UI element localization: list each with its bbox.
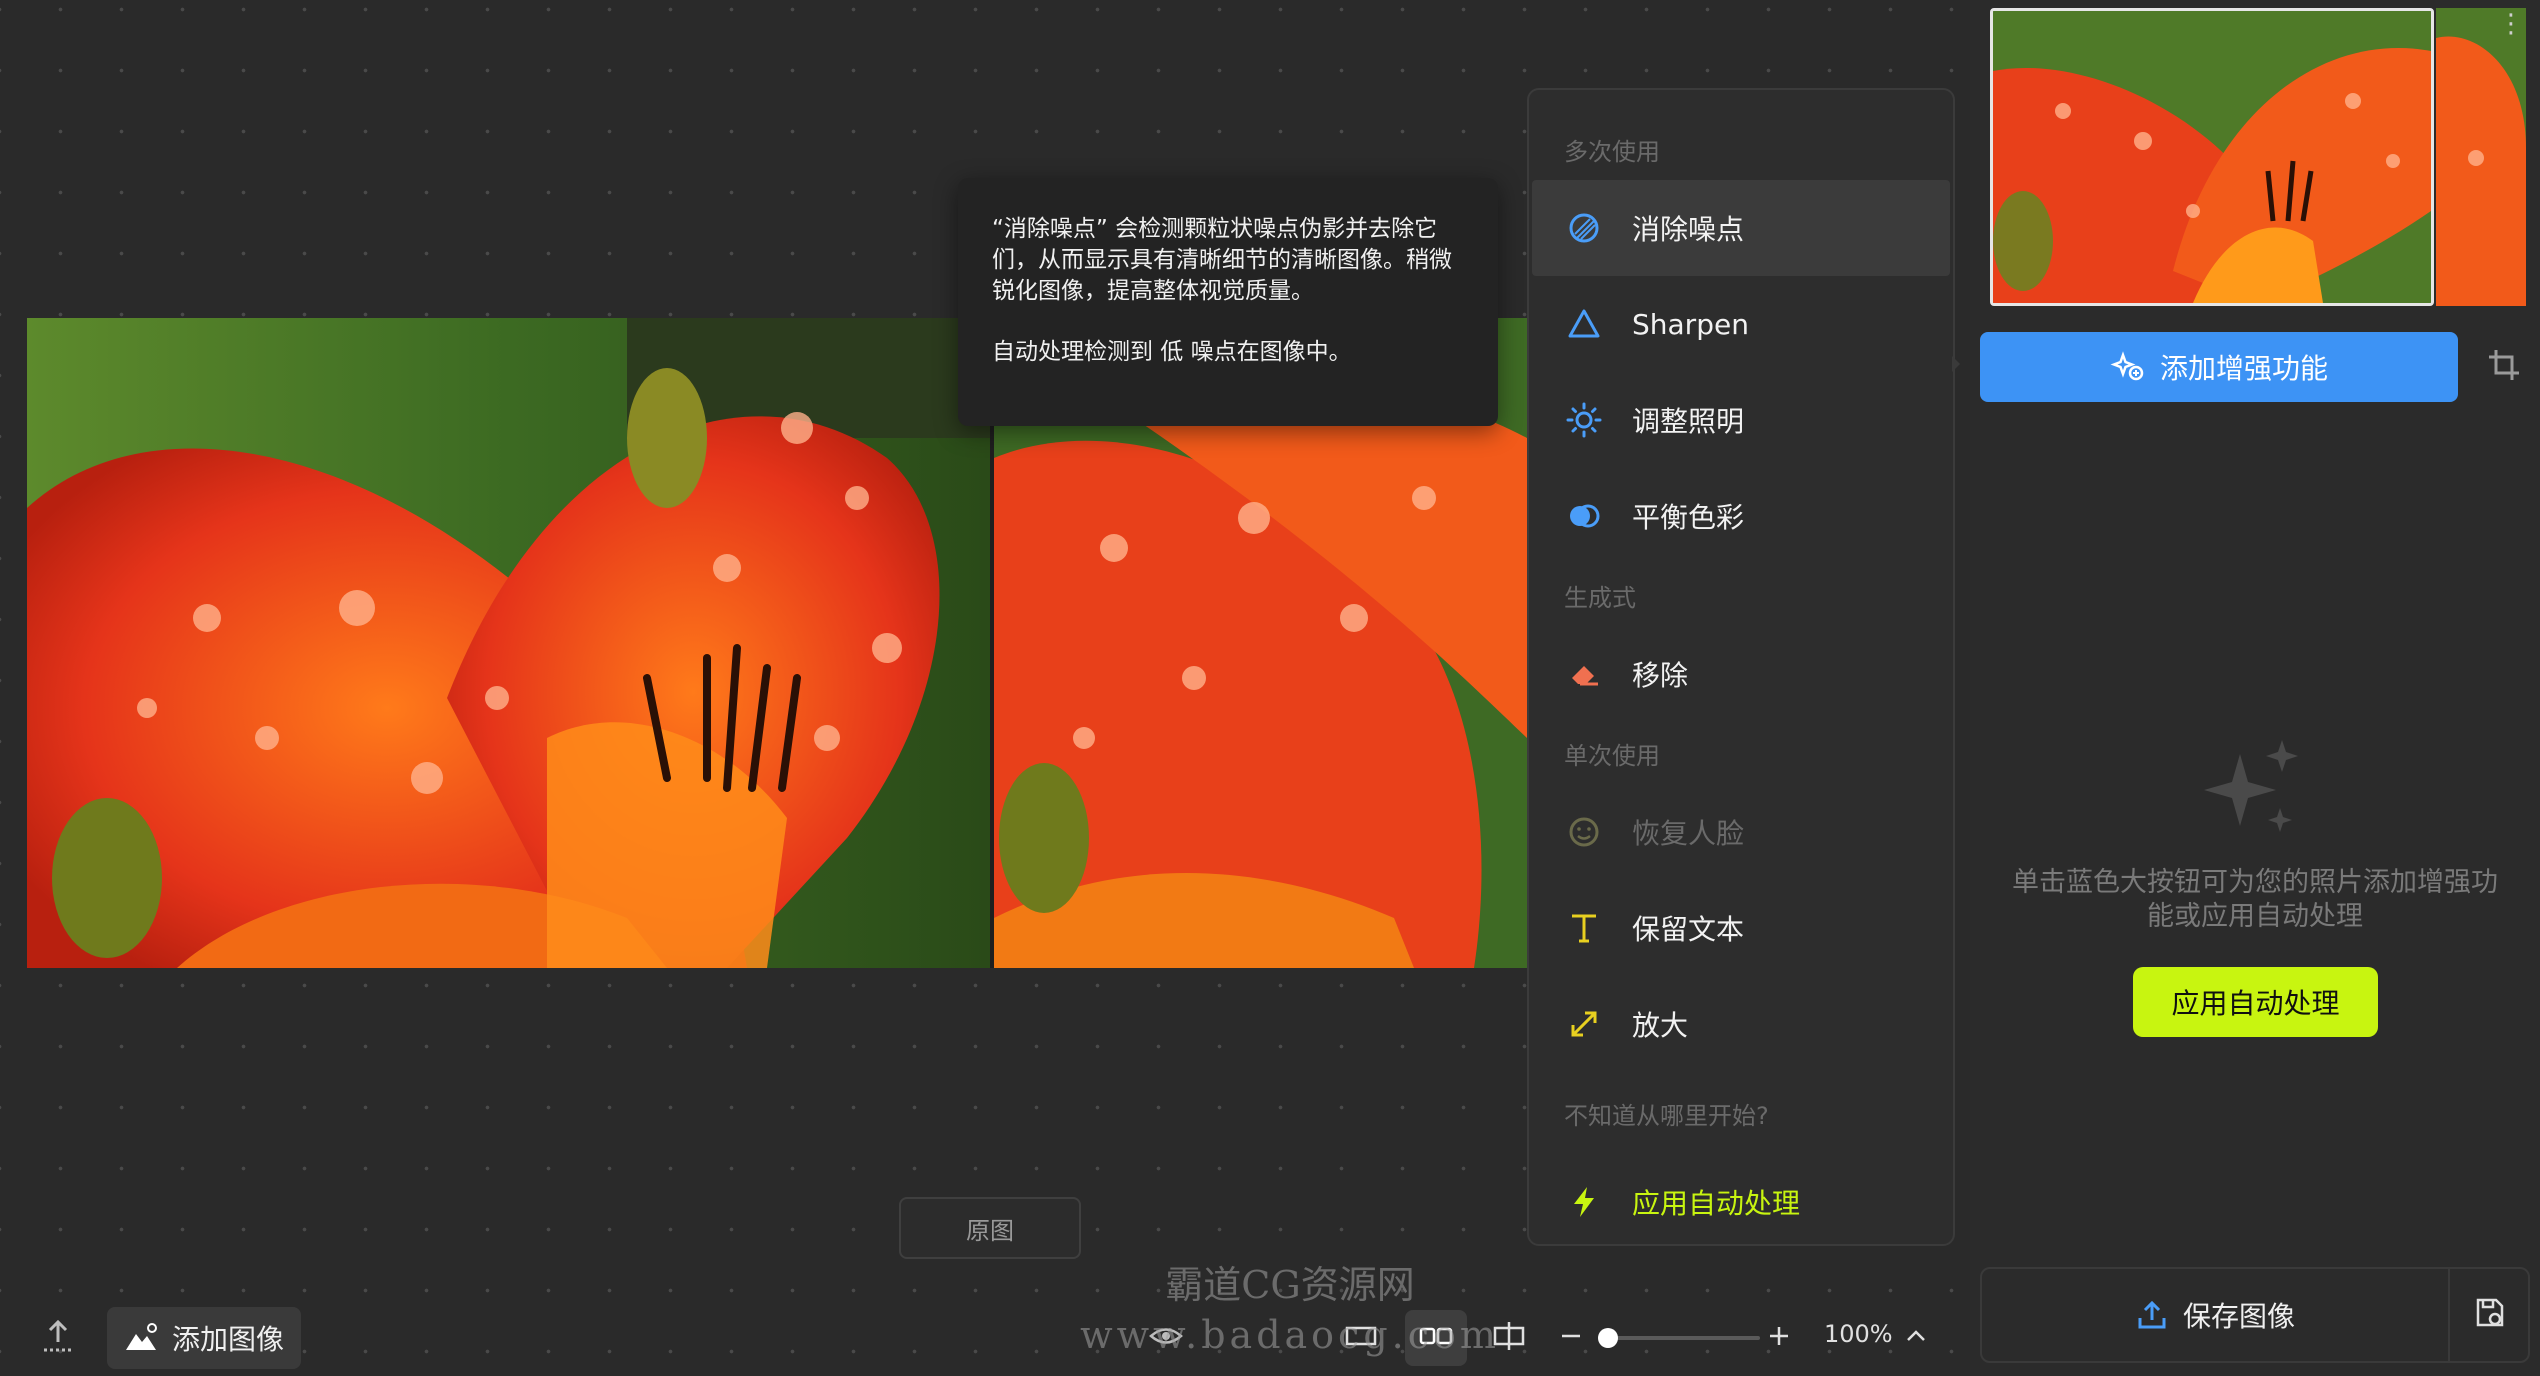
menu-item-auto-process[interactable]: 应用自动处理 [1532,1154,1950,1250]
menu-item-label: 消除噪点 [1632,213,1745,246]
save-bar: 保存图像 [1980,1267,2530,1363]
triangle-icon [1566,306,1602,342]
section-multi-use: 多次使用 [1564,137,1660,166]
sun-icon [1566,402,1602,438]
tooltip-detection: 自动处理检测到 低 噪点在图像中。 [992,339,1352,365]
denoise-tooltip: “消除噪点” 会检测颗粒状噪点伪影并去除它们，从而显示具有清晰细节的清晰图像。稍… [958,178,1498,426]
more-options-icon[interactable]: ⋮ [2498,11,2524,58]
tooltip-description: “消除噪点” 会检测颗粒状噪点伪影并去除它们，从而显示具有清晰细节的清晰图像。稍… [992,216,1452,304]
menu-item-sharpen[interactable]: Sharpen [1532,276,1950,372]
zoom-in-button[interactable] [1756,1310,1802,1366]
menu-item-face-recovery[interactable]: 恢复人脸 [1532,784,1950,880]
apply-auto-button[interactable]: 应用自动处理 [2133,967,2378,1037]
panel-hint-text: 单击蓝色大按钮可为您的照片添加增强功能或应用自动处理 [2012,867,2498,932]
add-image-label: 添加图像 [171,1323,284,1356]
crop-icon [2486,347,2522,387]
image-add-icon [124,1320,160,1356]
save-settings-icon [2473,1296,2507,1334]
menu-item-remove[interactable]: 移除 [1532,626,1950,722]
menu-item-label: 应用自动处理 [1632,1187,1801,1220]
menu-item-denoise[interactable]: 消除噪点 [1532,180,1950,276]
denoise-icon [1566,210,1602,246]
sparkle-icon [2200,738,2304,838]
menu-item-label: 保留文本 [1632,913,1745,946]
menu-item-upscale[interactable]: 放大 [1532,976,1950,1072]
watermark: 霸道CG资源网 www.badaocg.com [1080,1260,1500,1360]
menu-item-label: 调整照明 [1632,405,1745,438]
face-icon [1566,814,1602,850]
plus-icon [1765,1322,1793,1354]
minus-icon [1557,1322,1585,1354]
chevron-up-icon [1903,1323,1929,1353]
image-thumbnail[interactable] [1990,8,2434,306]
add-enhancement-label: 添加增强功能 [2159,352,2328,385]
zoom-out-button[interactable] [1548,1310,1594,1366]
save-image-label: 保存图像 [2182,1300,2295,1333]
section-generative: 生成式 [1564,583,1636,612]
save-options-button[interactable] [2450,1269,2530,1361]
enhancement-menu: 多次使用 消除噪点 Sharpen 调整照明 平衡色彩 生成式 移除 单次使用 [1527,88,1955,1246]
watermark-line1: 霸道CG资源网 [1165,1263,1415,1307]
menu-item-label: Sharpen [1632,307,1749,341]
processed-image[interactable] [27,318,990,968]
section-single-use: 单次使用 [1564,741,1660,770]
add-image-button[interactable]: 添加图像 [107,1307,301,1369]
color-balance-icon [1566,498,1602,534]
zoom-slider-handle[interactable] [1598,1328,1618,1348]
add-enhancement-button[interactable]: 添加增强功能 [1980,332,2458,402]
original-label: 原图 [899,1197,1081,1259]
crop-button[interactable] [2478,332,2530,402]
menu-item-lighting[interactable]: 调整照明 [1532,372,1950,468]
save-image-button[interactable]: 保存图像 [1982,1269,2448,1361]
menu-pointer [1952,356,1960,372]
upload-icon [38,1316,78,1360]
text-icon [1566,910,1602,946]
zoom-menu-button[interactable] [1894,1310,1938,1366]
sparkle-add-icon [2110,349,2146,385]
upload-button[interactable] [36,1316,80,1360]
menu-item-label: 移除 [1632,659,1689,692]
menu-item-label: 恢复人脸 [1632,817,1745,850]
section-help: 不知道从哪里开始? [1564,1101,1769,1130]
menu-item-label: 平衡色彩 [1632,501,1745,534]
eraser-icon [1566,656,1602,692]
menu-item-color-balance[interactable]: 平衡色彩 [1532,468,1950,564]
watermark-line2: www.badaocg.com [1080,1313,1500,1357]
upload-icon [2135,1298,2169,1332]
zoom-value: 100% [1824,1320,1893,1348]
lightning-icon [1566,1184,1602,1220]
menu-item-label: 放大 [1632,1009,1689,1042]
expand-icon [1566,1006,1602,1042]
zoom-slider-track[interactable] [1600,1336,1760,1340]
menu-item-preserve-text[interactable]: 保留文本 [1532,880,1950,976]
